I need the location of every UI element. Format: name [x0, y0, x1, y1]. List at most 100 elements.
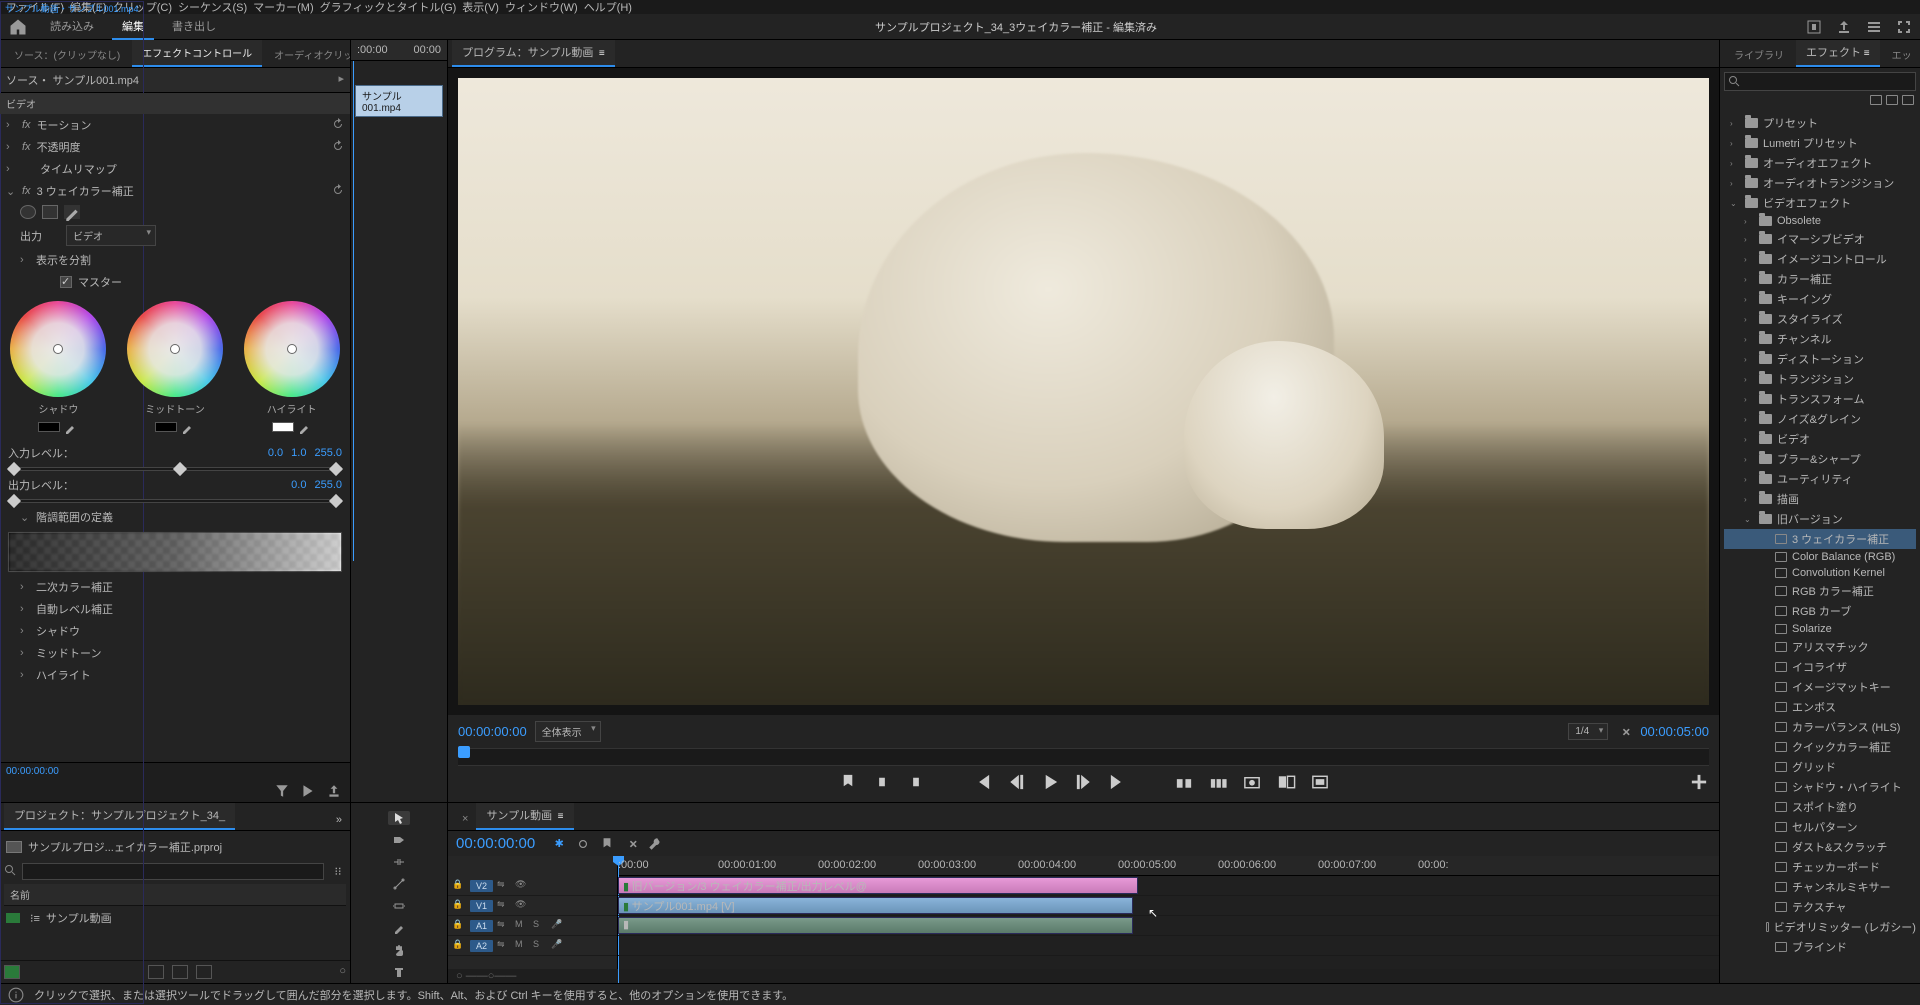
maximize-icon[interactable] [1896, 19, 1912, 35]
pen-tool[interactable] [388, 921, 410, 935]
workspace-menu-icon[interactable] [1866, 19, 1882, 35]
effect-item[interactable]: テクスチャ [1724, 897, 1916, 917]
play-icon[interactable] [300, 783, 316, 799]
folder-item[interactable]: ›プリセット [1724, 113, 1916, 133]
folder-item[interactable]: ›ユーティリティ [1724, 469, 1916, 489]
mark-in-button[interactable] [872, 772, 892, 792]
shadow-wheel[interactable] [10, 301, 106, 397]
folder-item[interactable]: ›オーディオトランジション [1724, 173, 1916, 193]
effect-item[interactable]: スポイト塗り [1724, 797, 1916, 817]
folder-item[interactable]: ›チャンネル [1724, 329, 1916, 349]
video-clip[interactable]: ▮ サンプル001.mp4 [V] [618, 897, 1133, 914]
compare-button[interactable] [1276, 772, 1296, 792]
quick-export-icon[interactable] [1806, 19, 1822, 35]
tab-sequence[interactable]: サンプル動画 ≡ [476, 803, 573, 830]
extract-button[interactable] [1208, 772, 1228, 792]
razor-tool[interactable] [388, 877, 410, 891]
track-header[interactable]: 🔒A2⇋MS🎤 [448, 936, 617, 956]
effect-item[interactable]: RGB カラー補正 [1724, 581, 1916, 601]
ripple-tool[interactable] [388, 855, 410, 869]
folder-item[interactable]: ›トランジション [1724, 369, 1916, 389]
folder-item[interactable]: ›イメージコントロール [1724, 249, 1916, 269]
track-header[interactable]: 🔒V2⇋👁 [448, 876, 617, 896]
filter-icon[interactable] [274, 783, 290, 799]
add-button[interactable] [1689, 772, 1709, 792]
snap-icon[interactable]: ✱ [551, 836, 567, 852]
folder-item[interactable]: ›カラー補正 [1724, 269, 1916, 289]
effect-item[interactable]: ビデオリミッター (レガシー) [1724, 917, 1916, 937]
program-tc-left[interactable]: 00:00:00:00 [458, 724, 527, 739]
mark-out-button[interactable] [906, 772, 926, 792]
folder-item[interactable]: ›オーディオエフェクト [1724, 153, 1916, 173]
export-icon[interactable] [326, 783, 342, 799]
track-select-tool[interactable] [388, 833, 410, 847]
settings-icon[interactable] [1616, 724, 1632, 740]
output-dropdown[interactable]: ビデオ [66, 225, 156, 246]
share-icon[interactable] [1836, 19, 1852, 35]
fx-type-icon[interactable] [1870, 95, 1882, 105]
export-frame-button[interactable] [1242, 772, 1262, 792]
output-level-slider[interactable] [8, 499, 342, 503]
goto-in-button[interactable] [972, 772, 992, 792]
effect-item[interactable]: 3 ウェイカラー補正 [1724, 529, 1916, 549]
master-checkbox[interactable] [60, 276, 72, 288]
effect-item[interactable]: カラーバランス (HLS) [1724, 717, 1916, 737]
folder-item[interactable]: ›キーイング [1724, 289, 1916, 309]
folder-item[interactable]: ›ブラー&シャープ [1724, 449, 1916, 469]
eyedropper-icon[interactable] [298, 420, 312, 434]
tab-effect-controls[interactable]: エフェクトコントロール [132, 40, 262, 67]
clip-tag[interactable]: サンプル001.mp4 [355, 85, 443, 117]
type-tool[interactable] [388, 965, 410, 979]
effect-item[interactable]: ブラインド [1724, 937, 1916, 957]
resolution-dropdown[interactable]: 1/4 [1568, 723, 1608, 740]
safe-margins-button[interactable] [1310, 772, 1330, 792]
fx-clip[interactable]: ▮ 旧バージョン/3 ウェイカラー補正/出力レベル@ [618, 877, 1138, 894]
effect-item[interactable]: アリスマチック [1724, 637, 1916, 657]
folder-item[interactable]: ›Obsolete [1724, 213, 1916, 229]
hand-tool[interactable] [388, 943, 410, 957]
link-icon[interactable] [575, 836, 591, 852]
tonal-range-strip[interactable] [8, 532, 342, 572]
effect-item[interactable]: RGB カーブ [1724, 601, 1916, 621]
slip-tool[interactable] [388, 899, 410, 913]
eyedropper-icon[interactable] [181, 420, 195, 434]
effect-item[interactable]: ダスト&スクラッチ [1724, 837, 1916, 857]
tab-library[interactable]: ライブラリ [1724, 42, 1794, 67]
effect-item[interactable]: イメージマットキー [1724, 677, 1916, 697]
goto-out-button[interactable] [1108, 772, 1128, 792]
effect-item[interactable]: Convolution Kernel [1724, 565, 1916, 581]
tab-program[interactable]: プログラム：サンプル動画 ≡ [452, 40, 615, 67]
effect-playhead[interactable] [353, 61, 354, 561]
effect-item[interactable]: チャンネルミキサー [1724, 877, 1916, 897]
effect-item[interactable]: エンボス [1724, 697, 1916, 717]
highlight-swatch[interactable] [272, 422, 294, 432]
effect-item[interactable]: グリッド [1724, 757, 1916, 777]
fx-type-icon[interactable] [1886, 95, 1898, 105]
folder-item[interactable]: ›ノイズ&グレイン [1724, 409, 1916, 429]
folder-item[interactable]: ›ディストーション [1724, 349, 1916, 369]
menubar[interactable]: ファイル(F)編集(E)クリップ(C)シーケンス(S)マーカー(M)グラフィック… [0, 0, 1920, 14]
folder-item[interactable]: ›描画 [1724, 489, 1916, 509]
add-marker-button[interactable] [838, 772, 858, 792]
reset-icon[interactable] [332, 118, 344, 133]
freeform-icon[interactable] [196, 965, 212, 979]
play-button[interactable] [1040, 772, 1060, 792]
menu-item[interactable]: ヘルプ(H) [584, 0, 632, 15]
clip-link[interactable]: サンプル動画・サンプル001.mp4 [0, 40, 144, 802]
track-header[interactable]: 🔒A1⇋MS🎤 [448, 916, 617, 936]
timeline-ruler[interactable]: :00:0000:00:01:0000:00:02:0000:00:03:000… [618, 856, 1719, 876]
midtone-wheel[interactable] [127, 301, 223, 397]
menu-item[interactable]: マーカー(M) [253, 0, 314, 15]
zoom-fit-dropdown[interactable]: 全体表示 [535, 721, 601, 742]
folder-item[interactable]: ›ビデオ [1724, 429, 1916, 449]
folder-item[interactable]: ⌄旧バージョン [1724, 509, 1916, 529]
step-fwd-button[interactable] [1074, 772, 1094, 792]
menu-item[interactable]: 表示(V) [462, 0, 499, 15]
filter-icon[interactable]: ⁝⁝ [330, 864, 346, 880]
marker-icon[interactable] [599, 836, 615, 852]
effects-search-input[interactable] [1724, 72, 1916, 91]
folder-item[interactable]: ›Lumetri プリセット [1724, 133, 1916, 153]
step-back-button[interactable] [1006, 772, 1026, 792]
workspace-tab[interactable]: 書き出し [162, 14, 226, 40]
effect-item[interactable]: セルパターン [1724, 817, 1916, 837]
